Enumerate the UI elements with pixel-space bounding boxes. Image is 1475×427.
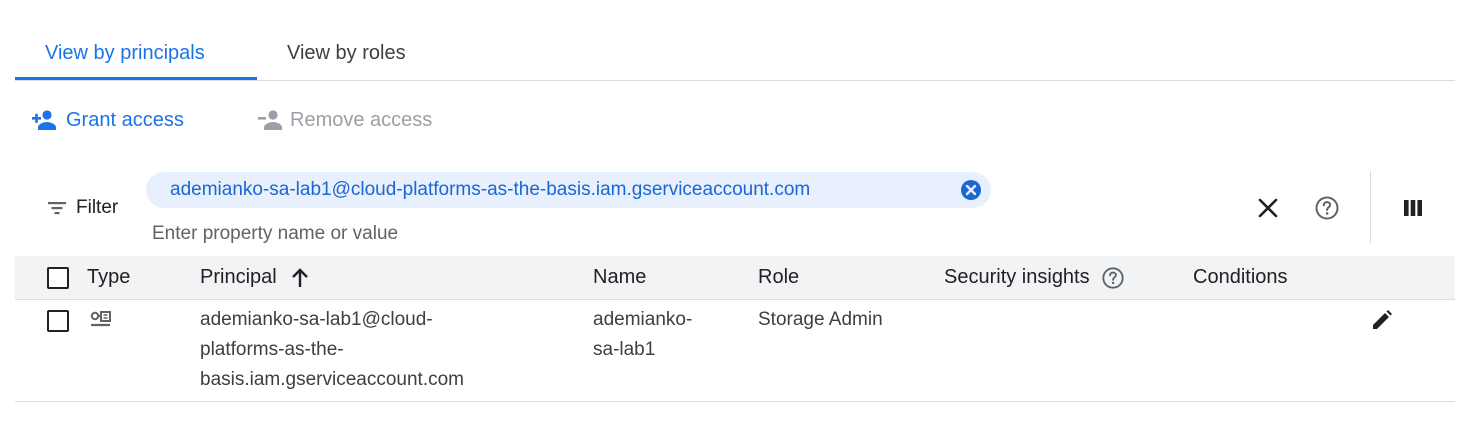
column-header-principal[interactable]: Principal (200, 256, 310, 299)
column-header-name[interactable]: Name (593, 256, 646, 299)
filter-help-button[interactable] (1307, 188, 1347, 228)
name-cell: ademianko- sa-lab1 (593, 305, 692, 365)
service-account-icon (90, 311, 111, 327)
row-checkbox[interactable] (47, 310, 69, 332)
grant-access-button[interactable]: Grant access (32, 106, 184, 134)
principal-line: ademianko-sa-lab1@cloud- (200, 309, 433, 330)
filter-chip-value: ademianko-sa-lab1@cloud-platforms-as-the… (170, 179, 811, 200)
table-row: ademianko-sa-lab1@cloud- platforms-as-th… (15, 300, 1455, 402)
view-column-icon (1404, 200, 1422, 216)
help-circle-icon[interactable] (1101, 266, 1125, 290)
tab-view-by-principals[interactable]: View by principals (15, 40, 257, 80)
tabs-divider (15, 80, 1455, 81)
filter-label: Filter (76, 197, 119, 218)
column-display-button[interactable] (1393, 188, 1433, 228)
column-header-security-insights-label: Security insights (944, 266, 1090, 288)
column-header-type[interactable]: Type (87, 256, 130, 299)
person-remove-icon (258, 110, 282, 130)
help-circle-icon (1315, 196, 1339, 220)
filter-input[interactable] (152, 220, 1052, 248)
filter-list-icon (48, 202, 66, 215)
remove-access-button: Remove access (258, 106, 432, 134)
principal-line: basis.iam.gserviceaccount.com (200, 369, 464, 390)
edit-principal-button[interactable] (1362, 300, 1402, 340)
edit-pencil-icon (1373, 310, 1392, 329)
table-header: Type Principal Name Role Security insigh… (15, 256, 1455, 300)
principal-line: platforms-as-the- (200, 339, 344, 360)
grant-access-label: Grant access (66, 109, 184, 131)
clear-filter-button[interactable] (1248, 188, 1288, 228)
role-cell: Storage Admin (758, 309, 883, 330)
chip-remove-icon[interactable] (960, 179, 982, 201)
select-all-checkbox[interactable] (47, 267, 69, 289)
sort-ascending-icon (292, 268, 309, 287)
person-add-icon (32, 110, 56, 130)
close-icon (1258, 198, 1278, 218)
name-line: sa-lab1 (593, 339, 656, 360)
tab-label: View by principals (45, 42, 205, 64)
name-line: ademianko- (593, 309, 693, 330)
filter-button[interactable]: Filter (46, 194, 118, 222)
filter-chip[interactable]: ademianko-sa-lab1@cloud-platforms-as-the… (146, 172, 991, 208)
toolbar-divider (1370, 171, 1371, 243)
remove-access-label: Remove access (290, 109, 433, 131)
tab-label: View by roles (287, 42, 406, 64)
tab-view-by-roles[interactable]: View by roles (257, 40, 457, 80)
column-header-principal-label: Principal (200, 266, 277, 288)
column-header-security-insights[interactable]: Security insights (944, 256, 1125, 299)
column-header-conditions[interactable]: Conditions (1193, 256, 1288, 299)
principal-cell: ademianko-sa-lab1@cloud- platforms-as-th… (200, 305, 464, 395)
column-header-role[interactable]: Role (758, 256, 799, 299)
